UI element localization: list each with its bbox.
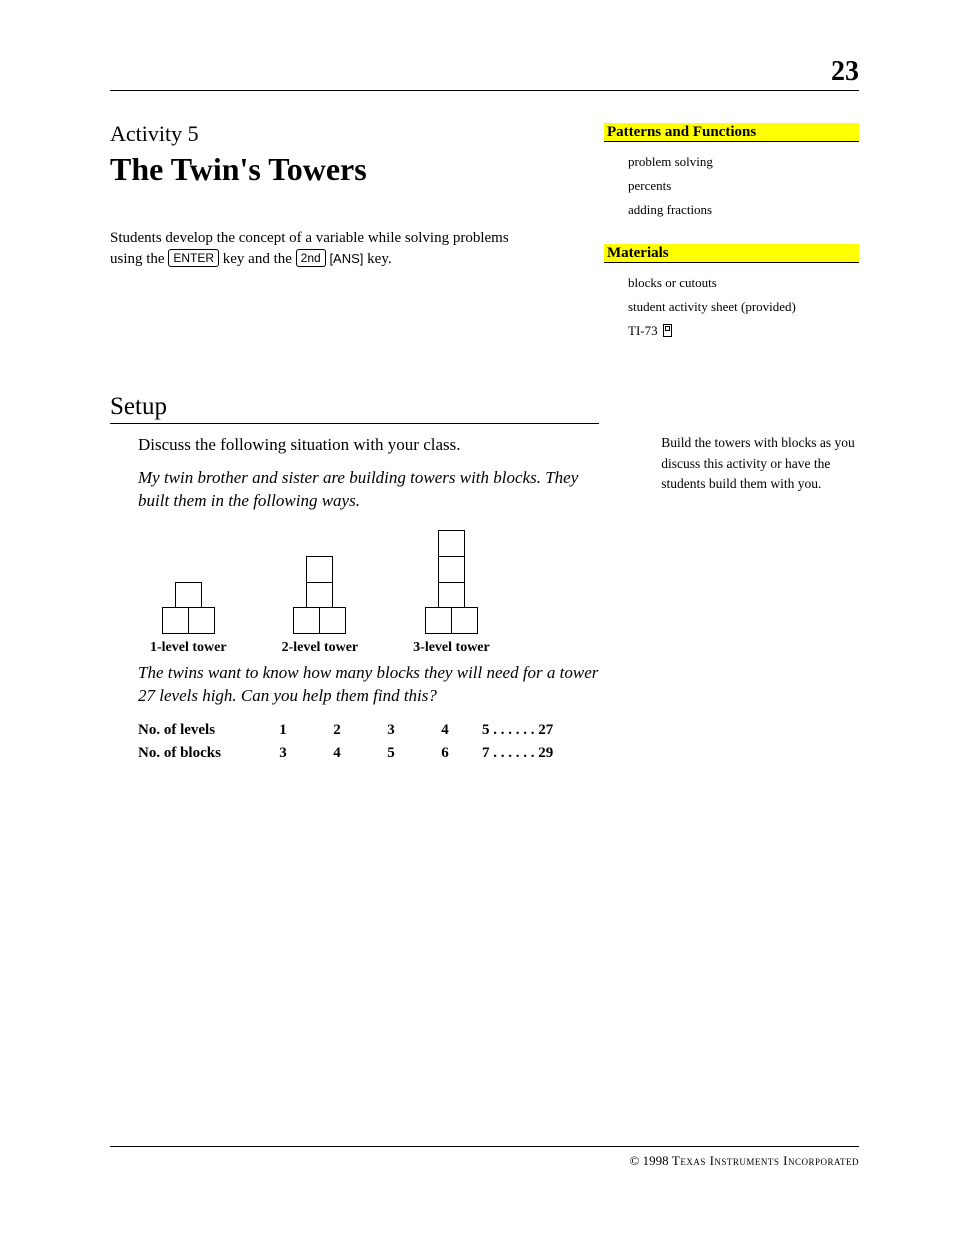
tower-1-label: 1-level tower [150,640,227,656]
tower-2 [293,557,346,634]
table-cell: 3 [364,722,418,739]
tower-3 [425,531,478,634]
table-row: No. of levels 1 2 3 4 5 . . . . . . 27 [138,722,599,739]
side-note: Build the towers with blocks as you disc… [661,433,859,768]
tower-3-label: 3-level tower [413,640,490,656]
tower-1 [162,583,215,635]
sidebar-item: adding fractions [628,198,859,222]
copyright-text: © 1998 [629,1153,671,1168]
footer: © 1998 Texas Instruments Incorporated [110,1146,859,1169]
sidebar-item: percents [628,174,859,198]
table-cell: 6 [418,745,472,762]
table-row: No. of blocks 3 4 5 6 7 . . . . . . 29 [138,745,599,762]
table-cell: 4 [310,745,364,762]
intro-post: key. [363,251,391,267]
enter-key-icon: ENTER [168,249,219,267]
activity-label: Activity 5 [110,121,574,147]
table-cell: 4 [418,722,472,739]
table-cell: 5 [364,745,418,762]
table-cell: 7 . . . . . . 29 [472,745,582,762]
second-key-icon: 2nd [296,249,326,267]
company-name: Texas Instruments Incorporated [672,1153,859,1168]
setup-line-3: The twins want to know how many blocks t… [138,662,599,708]
sidebar-item: problem solving [628,150,859,174]
table-cell: 3 [256,745,310,762]
calculator-label: TI-73 [628,323,658,338]
intro-text: Students develop the concept of a variab… [110,228,540,270]
table-cell: 5 . . . . . . 27 [472,722,582,739]
top-rule [110,90,859,91]
row-label-blocks: No. of blocks [138,745,256,762]
levels-blocks-table: No. of levels 1 2 3 4 5 . . . . . . 27 N… [138,722,599,762]
setup-heading: Setup [110,393,599,424]
table-cell: 2 [310,722,364,739]
calculator-icon [663,324,672,337]
row-label-levels: No. of levels [138,722,256,739]
sidebar-list-materials: blocks or cutouts student activity sheet… [628,271,859,343]
towers-diagram: 1-level tower 2-level tower [150,531,599,656]
sidebar-item: blocks or cutouts [628,271,859,295]
sidebar-heading-materials: Materials [604,244,859,263]
setup-line-1: Discuss the following situation with you… [138,434,599,457]
sidebar-heading-patterns: Patterns and Functions [604,123,859,142]
page-number: 23 [831,56,859,88]
ans-key-icon: [ANS] [329,251,363,266]
setup-line-2: My twin brother and sister are building … [138,467,599,513]
sidebar-item: TI-73 [628,319,859,343]
page-title: The Twin's Towers [110,151,574,188]
table-cell: 1 [256,722,310,739]
intro-mid: key and the [219,251,296,267]
sidebar-item: student activity sheet (provided) [628,295,859,319]
sidebar-list-topics: problem solving percents adding fraction… [628,150,859,222]
tower-2-label: 2-level tower [282,640,359,656]
